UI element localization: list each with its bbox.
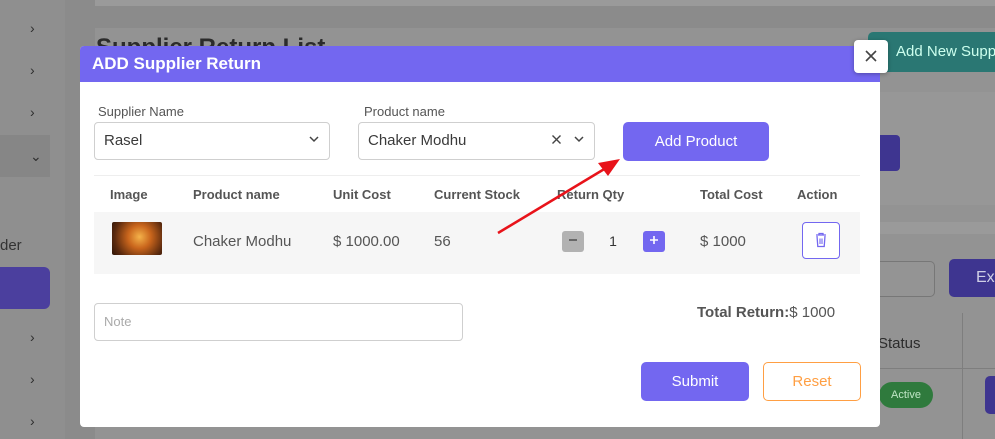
row-action-button[interactable] <box>985 376 995 414</box>
search-input[interactable] <box>880 261 935 297</box>
add-product-button[interactable]: Add Product <box>623 122 769 161</box>
product-image <box>112 222 162 255</box>
product-name-label: Product name <box>364 104 445 119</box>
total-return-label: Total Return: <box>697 304 790 321</box>
column-header-return-qty: Return Qty <box>557 187 625 202</box>
cell-product-name: Chaker Modhu <box>193 233 292 250</box>
column-header-total-cost: Total Cost <box>700 187 763 202</box>
top-bar <box>95 0 995 6</box>
column-header-current-stock: Current Stock <box>434 187 520 202</box>
chevron-right-icon[interactable]: › <box>30 372 42 386</box>
note-input[interactable]: Note <box>94 303 463 341</box>
product-name-value: Chaker Modhu <box>368 132 467 149</box>
divider <box>880 222 995 234</box>
chevron-right-icon[interactable]: › <box>30 330 42 344</box>
minus-icon <box>569 239 577 241</box>
table-row: Chaker Modhu $ 1000.00 56 1 $ 1000 <box>94 212 860 274</box>
supplier-name-label: Supplier Name <box>98 104 184 119</box>
increase-qty-button[interactable] <box>643 231 665 252</box>
submit-button[interactable]: Submit <box>641 362 749 401</box>
product-name-select[interactable]: Chaker Modhu <box>358 122 595 160</box>
decrease-qty-button[interactable] <box>562 231 584 252</box>
column-header-product-name: Product name <box>193 187 280 202</box>
cell-current-stock: 56 <box>434 233 451 250</box>
status-column-header: Status <box>878 335 921 352</box>
supplier-name-select[interactable]: Rasel <box>94 122 330 160</box>
chevron-right-icon[interactable]: › <box>30 414 42 428</box>
cell-unit-cost: $ 1000.00 <box>333 233 400 250</box>
plus-icon <box>650 236 658 244</box>
chevron-right-icon[interactable]: › <box>30 105 42 119</box>
return-qty-input[interactable]: 1 <box>588 229 638 254</box>
sidebar-item-active[interactable] <box>0 135 50 177</box>
return-products-table: Image Product name Unit Cost Current Sto… <box>94 175 860 274</box>
total-return: Total Return:$ 1000 <box>697 304 835 321</box>
close-modal-button[interactable] <box>854 40 888 73</box>
total-return-value: $ 1000 <box>789 304 836 321</box>
chevron-down-icon <box>308 123 320 159</box>
close-icon <box>865 50 877 62</box>
delete-row-button[interactable] <box>802 222 840 259</box>
row-divider <box>880 368 995 369</box>
status-badge: Active <box>879 382 933 408</box>
table-header: Image Product name Unit Cost Current Sto… <box>94 175 860 212</box>
sidebar: › › › ⌄ der › › › <box>0 0 65 439</box>
reset-button[interactable]: Reset <box>763 362 861 401</box>
add-supplier-return-modal: ADD Supplier Return Supplier Name Rasel … <box>80 46 880 427</box>
column-divider <box>962 313 963 439</box>
chevron-down-icon[interactable]: ⌄ <box>30 149 42 163</box>
export-button[interactable]: Ex <box>949 259 995 297</box>
column-header-unit-cost: Unit Cost <box>333 187 391 202</box>
modal-title: ADD Supplier Return <box>80 46 880 82</box>
sidebar-item-label[interactable]: der <box>0 237 22 254</box>
column-header-action: Action <box>797 187 838 202</box>
chevron-down-icon <box>573 123 585 159</box>
supplier-name-value: Rasel <box>104 132 143 149</box>
chevron-right-icon[interactable]: › <box>30 21 42 35</box>
clear-icon[interactable] <box>551 123 562 159</box>
filter-button[interactable] <box>880 135 900 171</box>
column-header-image: Image <box>110 187 148 202</box>
cell-total-cost: $ 1000 <box>700 233 746 250</box>
chevron-right-icon[interactable]: › <box>30 63 42 77</box>
trash-icon <box>816 232 826 248</box>
sidebar-item-selected[interactable] <box>0 267 50 309</box>
